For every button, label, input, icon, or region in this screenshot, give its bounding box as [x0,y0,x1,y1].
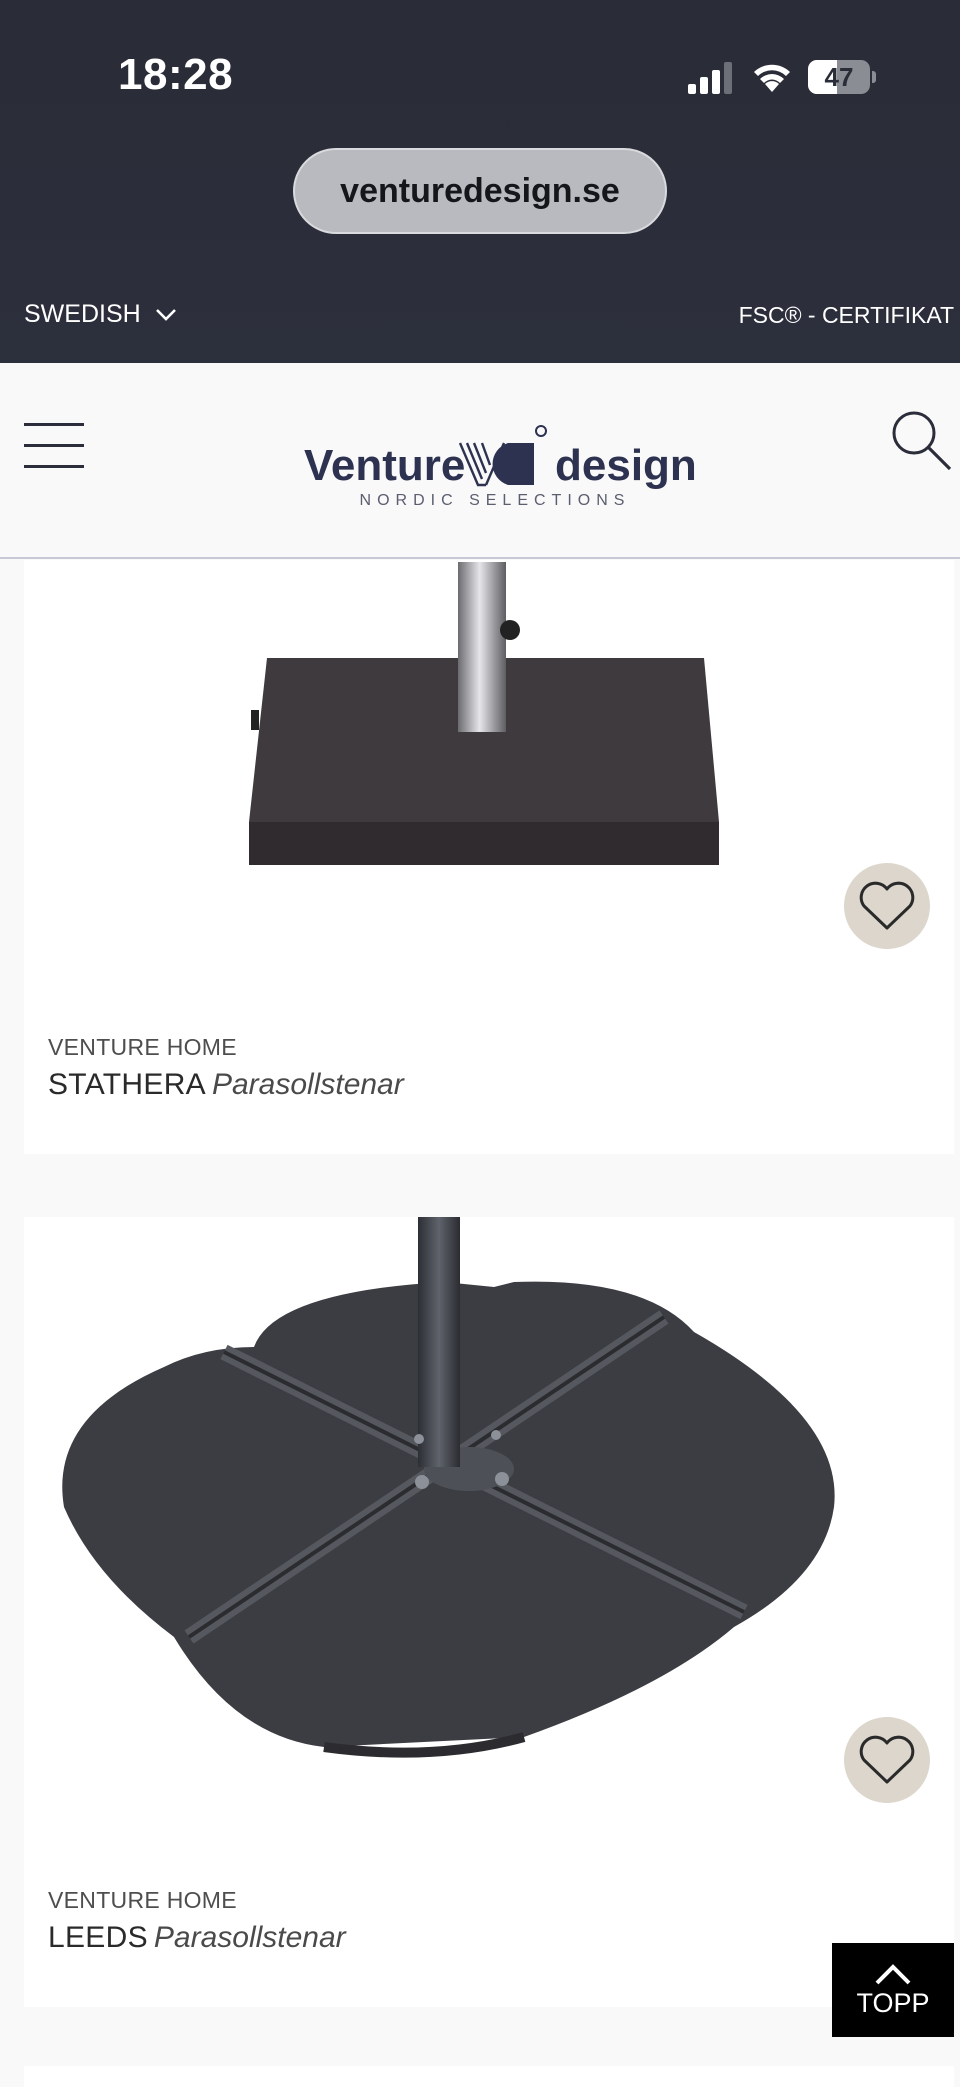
product-brand: VENTURE HOME [48,1034,237,1060]
product-card[interactable]: VENTURE HOME LEEDS Parasollstenar [24,1217,954,2007]
product-title: STATHERA [48,1068,206,1101]
chevron-up-icon [875,1963,911,1984]
product-image[interactable] [24,560,954,890]
status-time: 18:28 [118,50,234,99]
logo-tagline: NORDIC SELECTIONS [359,492,631,509]
battery-percent: 47 [824,62,854,92]
product-title: LEEDS [48,1921,148,1954]
product-type: Parasollstenar [153,1921,346,1954]
product-image[interactable] [24,1217,954,1797]
cellular-signal-icon [688,62,732,94]
product-card[interactable] [24,2066,954,2087]
site-header: Venture design NORDIC SELECTIONS [0,363,960,559]
chevron-down-icon [155,308,176,321]
product-name[interactable]: STATHERA Parasollstenar [48,1068,404,1102]
favorite-button[interactable] [844,1717,930,1803]
browser-chrome: 18:28 47 venturedesign.se SWEDISH FSC® -… [0,0,960,363]
product-brand: VENTURE HOME [48,1887,237,1913]
product-name[interactable]: LEEDS Parasollstenar [48,1921,346,1955]
site-logo[interactable]: Venture design NORDIC SELECTIONS [300,415,697,515]
language-selector[interactable]: SWEDISH [24,300,177,329]
logo-mark-icon [458,425,547,487]
product-card[interactable]: VENTURE HOME STATHERA Parasollstenar [24,560,954,1154]
hamburger-menu-icon[interactable] [24,423,84,469]
logo-text-venture: Venture [304,441,466,490]
fsc-certificate-link[interactable]: FSC® - CERTIFIKAT [739,302,954,329]
favorite-button[interactable] [844,863,930,949]
wifi-icon [754,64,790,92]
address-bar[interactable]: venturedesign.se [293,148,667,234]
back-to-top-label: TOPP [856,1987,930,2018]
heart-icon [859,881,915,930]
address-bar-url: venturedesign.se [340,171,620,210]
logo-text-design: design [555,441,697,490]
back-to-top-button[interactable]: TOPP [832,1943,954,2037]
language-label: SWEDISH [24,300,141,328]
heart-icon [859,1735,915,1784]
product-type: Parasollstenar [211,1068,404,1101]
battery-icon: 47 [808,60,876,94]
search-icon[interactable] [888,407,954,473]
